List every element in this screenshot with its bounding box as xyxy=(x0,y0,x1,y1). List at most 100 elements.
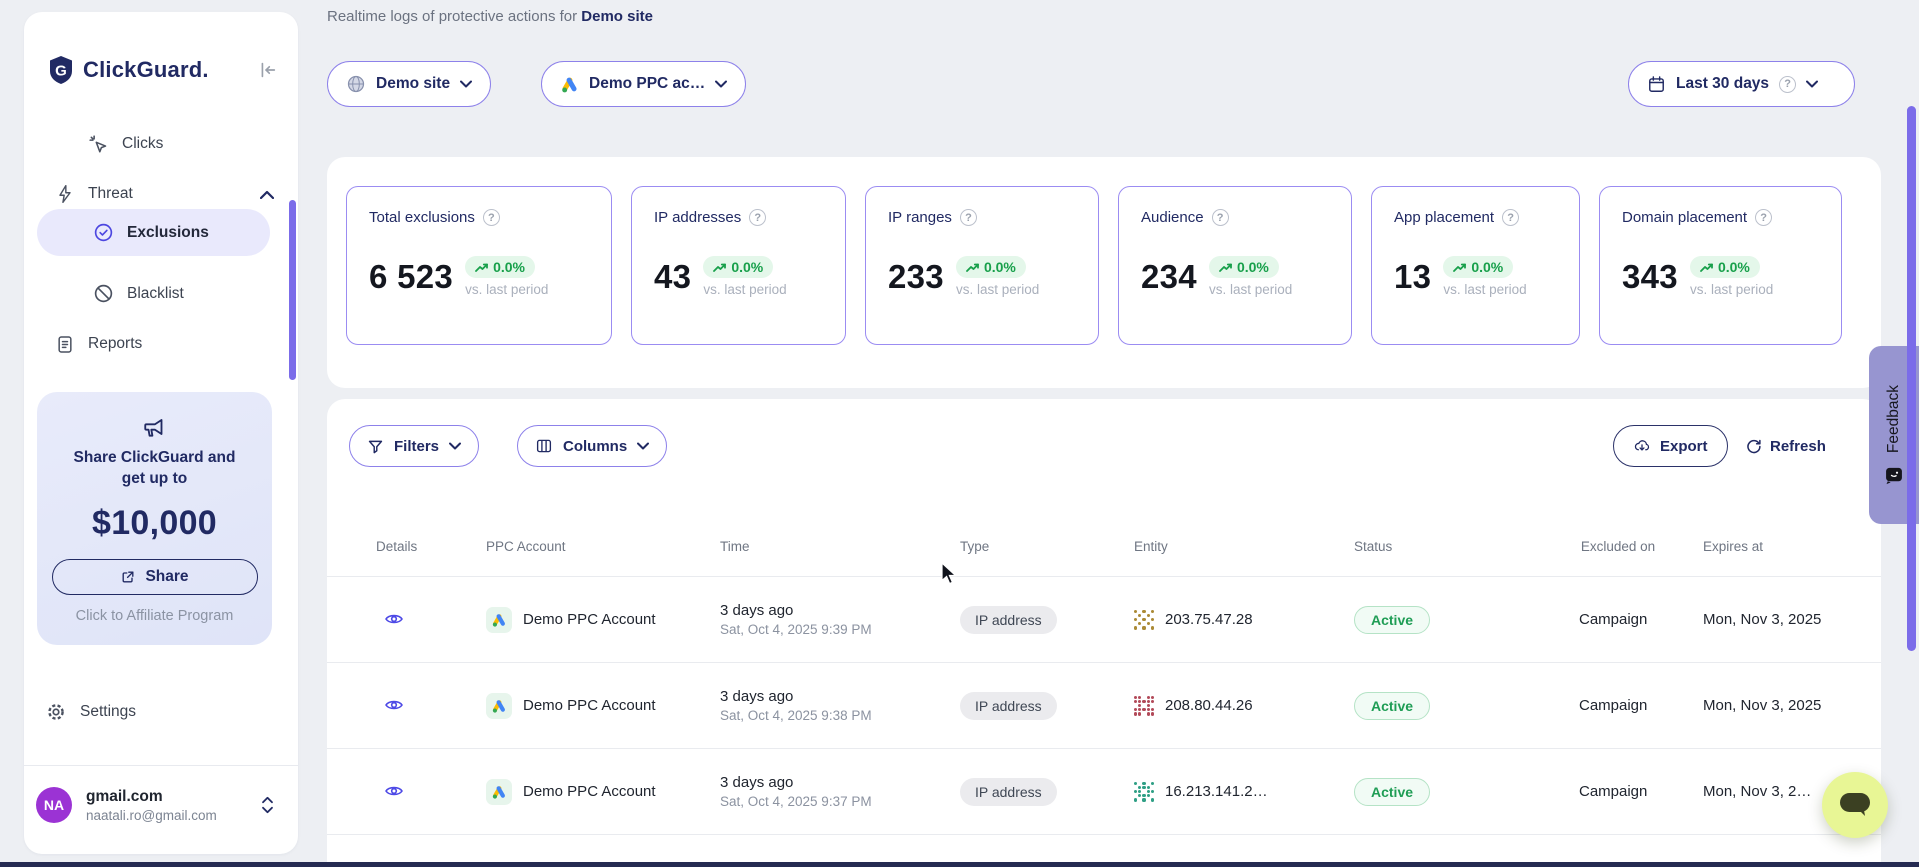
sidebar-item-reports[interactable]: Reports xyxy=(55,322,142,366)
trend-badge: 0.0% xyxy=(703,256,773,278)
sidebar-item-label: Reports xyxy=(88,335,142,353)
sidebar-item-label: Clicks xyxy=(122,135,163,153)
window-bottom-edge xyxy=(0,862,1919,867)
user-menu[interactable]: NA gmail.com naatali.ro@gmail.com xyxy=(36,776,284,834)
table-row: Demo PPC Account 3 days ago Sat, Oct 4, … xyxy=(327,663,1881,749)
entity-identicon xyxy=(1134,696,1154,716)
column-header-time: Time xyxy=(720,539,960,554)
stat-card-total-exclusions: Total exclusions? 6 523 0.0% vs. last pe… xyxy=(346,186,612,345)
column-header-details: Details xyxy=(376,539,486,554)
date-range-selector[interactable]: Last 30 days ? xyxy=(1628,61,1855,107)
trend-up-icon xyxy=(1453,262,1466,273)
trend-up-icon xyxy=(966,262,979,273)
sidebar-item-exclusions[interactable]: Exclusions xyxy=(37,209,270,256)
share-button[interactable]: Share xyxy=(52,559,258,595)
columns-button[interactable]: Columns xyxy=(517,425,667,467)
chevron-up-icon xyxy=(260,190,274,199)
trend-up-icon xyxy=(1219,262,1232,273)
eye-icon xyxy=(384,781,404,801)
help-icon[interactable]: ? xyxy=(1755,209,1772,226)
help-icon[interactable]: ? xyxy=(1779,76,1796,93)
gear-icon xyxy=(45,701,67,723)
stat-caption: vs. last period xyxy=(1209,282,1292,297)
stat-caption: vs. last period xyxy=(465,282,548,297)
affiliate-program-link[interactable]: Click to Affiliate Program xyxy=(37,608,272,624)
chat-bubble-icon xyxy=(1838,790,1872,820)
user-email: naatali.ro@gmail.com xyxy=(86,808,217,823)
sidebar-item-label: Exclusions xyxy=(127,224,209,242)
stat-card-ip-ranges: IP ranges? 233 0.0% vs. last period xyxy=(865,186,1099,345)
ppc-account-cell: Demo PPC Account xyxy=(486,779,720,805)
help-icon[interactable]: ? xyxy=(483,209,500,226)
trend-up-icon xyxy=(713,262,726,273)
entity-cell: 16.213.141.2… xyxy=(1134,782,1354,802)
refresh-icon xyxy=(1745,438,1762,455)
help-icon[interactable]: ? xyxy=(960,209,977,226)
google-ads-icon xyxy=(486,693,512,719)
chevron-down-icon xyxy=(1806,80,1818,88)
view-details-button[interactable] xyxy=(376,691,412,719)
feedback-label: Feedback xyxy=(1885,385,1903,453)
stat-value: 6 523 xyxy=(369,258,453,296)
affiliate-headline: Share ClickGuard and get up to xyxy=(37,448,272,490)
stat-label: Audience xyxy=(1141,209,1204,226)
eye-icon xyxy=(384,609,404,629)
stat-label: App placement xyxy=(1394,209,1494,226)
user-name: gmail.com xyxy=(86,788,217,806)
page-subtitle: Realtime logs of protective actions for … xyxy=(327,8,653,25)
affiliate-amount: $10,000 xyxy=(37,504,272,543)
collapse-sidebar-button[interactable] xyxy=(256,59,278,81)
globe-icon xyxy=(346,74,366,94)
stat-card-audience: Audience? 234 0.0% vs. last period xyxy=(1118,186,1352,345)
prohibit-icon xyxy=(93,283,114,304)
site-selector-label: Demo site xyxy=(376,75,450,93)
trend-badge: 0.0% xyxy=(956,256,1026,278)
stat-value: 343 xyxy=(1622,258,1678,296)
stat-card-domain-placement: Domain placement? 343 0.0% vs. last peri… xyxy=(1599,186,1842,345)
expires-cell: Mon, Nov 3, 2025 xyxy=(1695,697,1881,714)
type-badge: IP address xyxy=(960,692,1057,720)
excluded-on-cell: Campaign xyxy=(1579,783,1695,800)
help-icon[interactable]: ? xyxy=(1212,209,1229,226)
entity-identicon xyxy=(1134,610,1154,630)
subtitle-site-name: Demo site xyxy=(581,8,653,25)
column-header-ppc-account: PPC Account xyxy=(486,539,720,554)
excluded-on-cell: Campaign xyxy=(1579,697,1695,714)
site-selector[interactable]: Demo site xyxy=(327,61,491,107)
view-details-button[interactable] xyxy=(376,605,412,633)
refresh-button[interactable]: Refresh xyxy=(1745,425,1826,467)
lightning-icon xyxy=(55,183,75,205)
affiliate-card[interactable]: Share ClickGuard and get up to $10,000 S… xyxy=(37,392,272,645)
type-badge: IP address xyxy=(960,778,1057,806)
help-icon[interactable]: ? xyxy=(749,209,766,226)
chat-button[interactable] xyxy=(1822,772,1888,838)
exclusions-panel: Filters Columns Export Refresh Details P… xyxy=(327,399,1881,867)
sidebar-item-label: Settings xyxy=(80,703,136,721)
account-selector[interactable]: Demo PPC ac… xyxy=(541,61,746,107)
sidebar-item-settings[interactable]: Settings xyxy=(45,690,136,734)
help-icon[interactable]: ? xyxy=(1502,209,1519,226)
table-row: Demo PPC Account 3 days ago Sat, Oct 4, … xyxy=(327,749,1881,835)
column-header-entity: Entity xyxy=(1134,539,1354,554)
sidebar-scrollbar[interactable] xyxy=(289,200,296,380)
clickguard-logo-icon: G xyxy=(48,55,74,85)
sidebar-item-blacklist[interactable]: Blacklist xyxy=(93,270,184,317)
status-badge: Active xyxy=(1354,606,1430,634)
share-label: Share xyxy=(145,568,188,586)
external-link-icon xyxy=(120,569,136,585)
sidebar-item-label: Blacklist xyxy=(127,285,184,303)
chevron-down-icon xyxy=(637,442,649,450)
stat-value: 13 xyxy=(1394,258,1431,296)
badge-check-icon xyxy=(93,222,114,243)
refresh-label: Refresh xyxy=(1770,438,1826,455)
column-header-excluded-on: Excluded on xyxy=(1579,538,1695,556)
ppc-account-cell: Demo PPC Account xyxy=(486,607,720,633)
page-scrollbar[interactable] xyxy=(1907,106,1916,651)
export-button[interactable]: Export xyxy=(1613,425,1728,467)
filters-button[interactable]: Filters xyxy=(349,425,479,467)
excluded-on-cell: Campaign xyxy=(1579,611,1695,628)
view-details-button[interactable] xyxy=(376,777,412,805)
sidebar-item-clicks[interactable]: Clicks xyxy=(88,122,163,166)
status-badge: Active xyxy=(1354,692,1430,720)
stat-card-ip-addresses: IP addresses? 43 0.0% vs. last period xyxy=(631,186,846,345)
